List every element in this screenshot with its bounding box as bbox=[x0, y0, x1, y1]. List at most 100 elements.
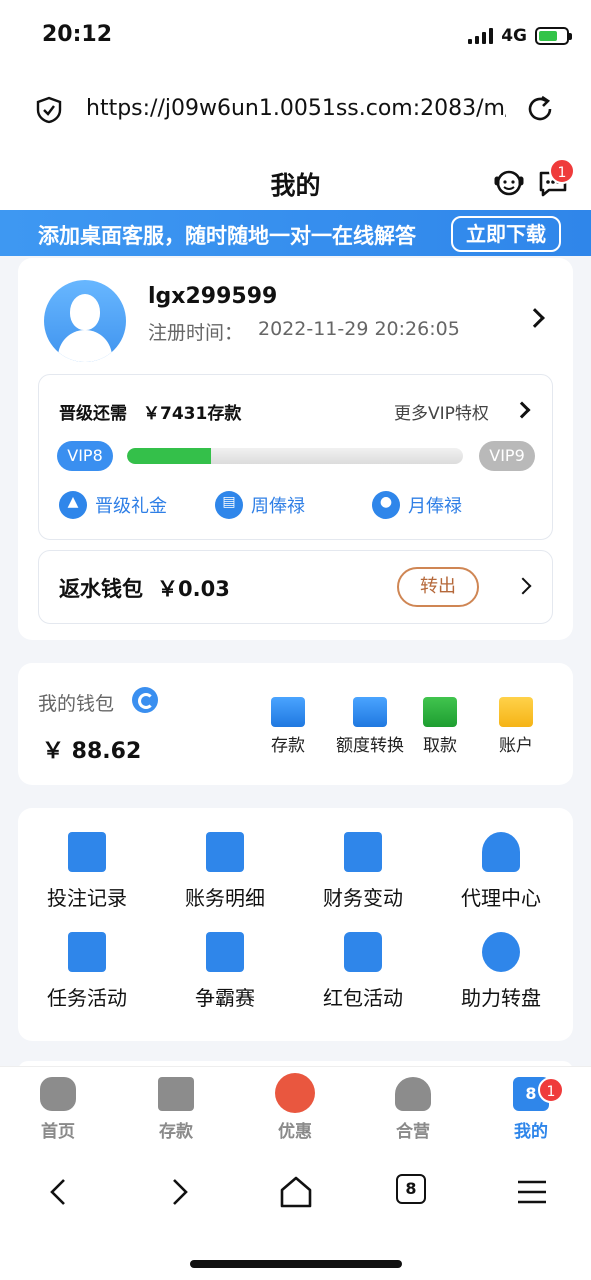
vip-progress-box: 晋级还需 ￥7431存款 更多VIP特权 VIP8 VIP9 ▲ 晋级礼金 ▤ … bbox=[38, 374, 553, 540]
feature-tournament[interactable]: 争霸赛 bbox=[156, 932, 294, 1011]
url-field[interactable]: https://j09w6un1.0051ss.com:2083/m/# bbox=[86, 96, 506, 121]
rebate-transfer-button[interactable]: 转出 bbox=[397, 567, 479, 607]
shield-check-icon[interactable] bbox=[36, 96, 62, 124]
perk-upgrade-bonus[interactable]: ▲ 晋级礼金 bbox=[59, 491, 167, 519]
account-detail-icon bbox=[206, 832, 244, 872]
tab-label: 优惠 bbox=[278, 1122, 312, 1142]
feature-label: 投注记录 bbox=[47, 886, 127, 910]
feature-label: 红包活动 bbox=[323, 986, 403, 1010]
status-indicators: 4G bbox=[468, 26, 572, 46]
task-icon bbox=[68, 932, 106, 972]
vip-chevron-right-icon[interactable] bbox=[513, 401, 531, 419]
wallet-action-label: 账户 bbox=[499, 736, 533, 756]
refresh-icon[interactable] bbox=[132, 687, 158, 713]
perk-label: 晋级礼金 bbox=[95, 496, 167, 517]
more-vip-link[interactable]: 更多VIP特权 bbox=[394, 399, 489, 424]
perk-weekly-salary[interactable]: ▤ 周俸禄 bbox=[215, 491, 305, 519]
wallet-account[interactable]: 账户 bbox=[476, 697, 556, 756]
feature-account-detail[interactable]: 账务明细 bbox=[156, 832, 294, 911]
feature-label: 助力转盘 bbox=[461, 986, 541, 1010]
wallet-action-label: 额度转换 bbox=[336, 736, 404, 756]
back-icon[interactable] bbox=[40, 1172, 80, 1212]
feature-label: 争霸赛 bbox=[195, 986, 255, 1010]
menu-icon[interactable] bbox=[512, 1172, 552, 1212]
register-time-label: 注册时间： bbox=[148, 322, 244, 344]
wallet-withdraw[interactable]: 取款 bbox=[400, 697, 480, 756]
wallet-label: 我的钱包 bbox=[38, 693, 115, 715]
username: lgx299599 bbox=[148, 284, 278, 309]
feature-label: 代理中心 bbox=[461, 886, 541, 910]
feature-wheel[interactable]: 助力转盘 bbox=[432, 932, 570, 1011]
wallet-action-label: 存款 bbox=[271, 736, 305, 756]
feature-finance-change[interactable]: 财务变动 bbox=[294, 832, 432, 911]
transfer-icon bbox=[353, 697, 387, 727]
bottom-tab-bar: 首页 存款 优惠 合营 8 我的 1 bbox=[0, 1066, 591, 1150]
home-indicator[interactable] bbox=[190, 1260, 402, 1268]
feature-red-packet[interactable]: 红包活动 bbox=[294, 932, 432, 1011]
browser-url-bar: https://j09w6un1.0051ss.com:2083/m/# bbox=[0, 72, 591, 148]
feature-label: 财务变动 bbox=[323, 886, 403, 910]
gamepad-icon bbox=[40, 1077, 76, 1111]
tab-deposit[interactable]: 存款 bbox=[136, 1077, 216, 1142]
rebate-chevron-right-icon[interactable] bbox=[514, 577, 532, 595]
feature-label: 账务明细 bbox=[185, 886, 265, 910]
message-badge: 1 bbox=[549, 158, 575, 184]
register-time: 2022-11-29 20:26:05 bbox=[258, 318, 460, 340]
bet-record-icon bbox=[68, 832, 106, 872]
money-bag-icon: ● bbox=[372, 491, 400, 519]
download-button[interactable]: 立即下载 bbox=[451, 216, 561, 252]
red-packet-icon bbox=[344, 932, 382, 972]
tabs-count-icon[interactable]: 8 bbox=[396, 1174, 426, 1204]
tab-home[interactable]: 首页 bbox=[18, 1077, 98, 1142]
wallet-icon bbox=[158, 1077, 194, 1111]
feature-bet-record[interactable]: 投注记录 bbox=[18, 832, 156, 911]
tab-label: 存款 bbox=[159, 1122, 193, 1142]
wallet-icon bbox=[271, 697, 305, 727]
vip-current-level: VIP8 bbox=[57, 441, 113, 471]
status-time: 20:12 bbox=[42, 22, 113, 47]
perk-monthly-salary[interactable]: ● 月俸禄 bbox=[372, 491, 462, 519]
customer-service-icon[interactable] bbox=[492, 166, 526, 200]
battery-icon bbox=[535, 27, 572, 45]
tab-label: 首页 bbox=[41, 1122, 75, 1142]
wallet-amount: ￥ 88.62 bbox=[42, 739, 142, 764]
feature-grid: 投注记录 账务明细 财务变动 代理中心 任务活动 争霸赛 红包活动 助力转盘 bbox=[18, 808, 573, 1041]
feature-task[interactable]: 任务活动 bbox=[18, 932, 156, 1011]
wheel-icon bbox=[482, 932, 520, 972]
browser-nav-bar: 8 bbox=[0, 1150, 591, 1280]
wallet-deposit[interactable]: 存款 bbox=[248, 697, 328, 756]
vip-progress-fill bbox=[127, 448, 211, 464]
finance-change-icon bbox=[344, 832, 382, 872]
clipboard-icon: ▤ bbox=[215, 491, 243, 519]
status-bar: 20:12 4G bbox=[0, 0, 591, 72]
rebate-wallet-box: 返水钱包 ￥0.03 转出 bbox=[38, 550, 553, 624]
tournament-icon bbox=[206, 932, 244, 972]
reload-icon[interactable] bbox=[525, 94, 555, 124]
page-header: 我的 1 bbox=[0, 148, 591, 212]
banner-text: 添加桌面客服，随时随地一对一在线解答 bbox=[38, 224, 416, 248]
wallet-action-label: 取款 bbox=[423, 736, 457, 756]
withdraw-icon bbox=[423, 697, 457, 727]
partner-icon bbox=[395, 1077, 431, 1111]
rebate-amount: ￥0.03 bbox=[157, 577, 230, 601]
signal-icon bbox=[468, 28, 494, 44]
arrow-up-icon: ▲ bbox=[59, 491, 87, 519]
rebate-label: 返水钱包 bbox=[59, 577, 143, 601]
profile-card: lgx299599 注册时间： 2022-11-29 20:26:05 晋级还需… bbox=[18, 258, 573, 640]
forward-icon[interactable] bbox=[158, 1172, 198, 1212]
download-banner[interactable]: 添加桌面客服，随时随地一对一在线解答 立即下载 bbox=[0, 210, 591, 256]
tab-promotions[interactable]: 优惠 bbox=[255, 1073, 335, 1142]
vip-next-level: VIP9 bbox=[479, 441, 535, 471]
perk-label: 周俸禄 bbox=[251, 496, 305, 517]
tab-mine-badge: 1 bbox=[538, 1077, 564, 1103]
upgrade-label: 晋级还需 bbox=[59, 404, 127, 424]
tab-partner[interactable]: 合营 bbox=[373, 1077, 453, 1142]
feature-agent-center[interactable]: 代理中心 bbox=[432, 832, 570, 911]
gift-icon bbox=[275, 1073, 315, 1113]
tab-label: 合营 bbox=[396, 1122, 430, 1142]
avatar[interactable] bbox=[44, 280, 126, 362]
perk-label: 月俸禄 bbox=[408, 496, 462, 517]
home-icon[interactable] bbox=[276, 1172, 316, 1212]
profile-chevron-right-icon[interactable] bbox=[525, 308, 545, 328]
upgrade-amount: ￥7431存款 bbox=[143, 404, 242, 424]
